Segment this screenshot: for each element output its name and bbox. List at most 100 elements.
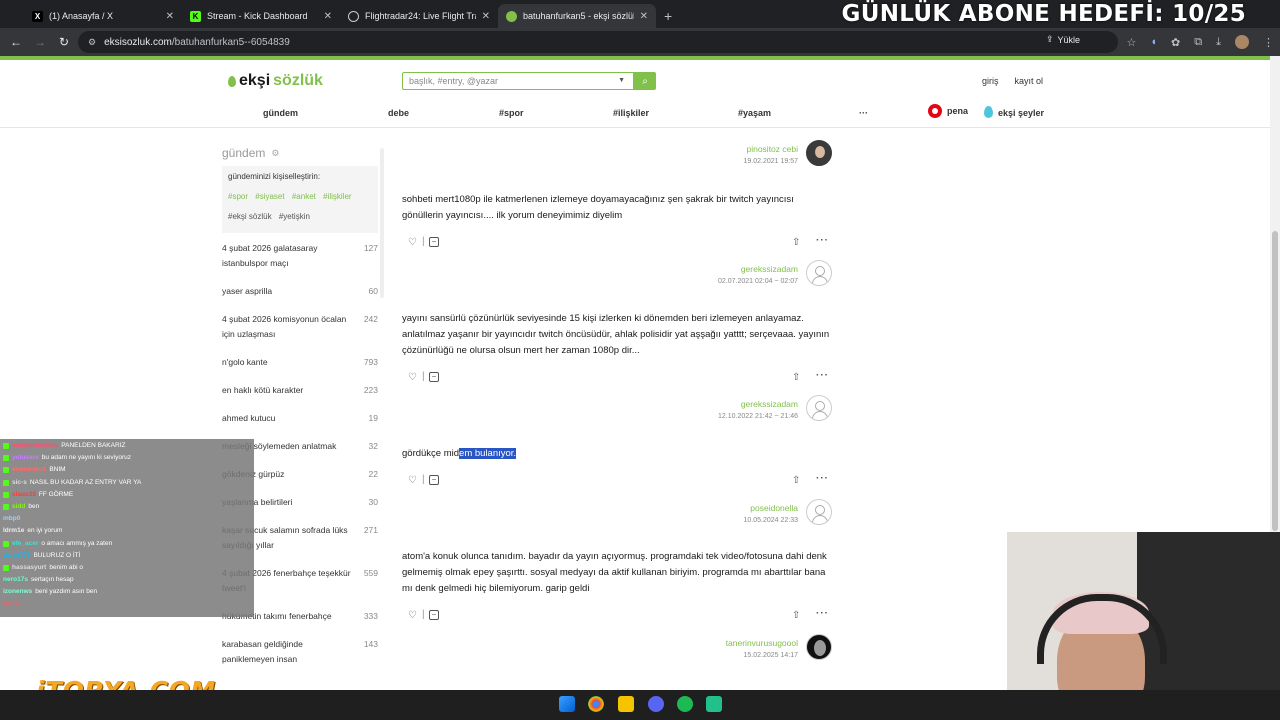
- tag-yetiskin[interactable]: #yetişkin: [279, 212, 310, 221]
- download-icon[interactable]: ⤓: [1216, 36, 1221, 49]
- avatar[interactable]: [806, 260, 832, 286]
- share-icon[interactable]: ⇧: [792, 610, 800, 621]
- downvote-icon[interactable]: −: [429, 475, 439, 485]
- share-icon[interactable]: ⇧: [792, 372, 800, 383]
- nav-spor[interactable]: #spor: [499, 108, 524, 118]
- topic-item[interactable]: n'golo kante 793: [222, 355, 378, 370]
- site-logo[interactable]: ekşi sözlük: [228, 72, 323, 90]
- close-tab-icon[interactable]: ✕: [166, 11, 174, 22]
- favorite-heart-icon[interactable]: ♡: [408, 237, 417, 248]
- author-link[interactable]: tanerinvurusugoool: [662, 638, 798, 648]
- more-options-icon[interactable]: ···: [816, 473, 829, 484]
- back-icon[interactable]: ←: [4, 35, 28, 49]
- entry-date[interactable]: 02.07.2021 02:04 ~ 02:07: [662, 278, 798, 285]
- topic-item[interactable]: 4 şubat 2026 komisyonun öcalan için uzla…: [222, 312, 378, 342]
- audio-icon[interactable]: ◖: [1150, 36, 1157, 48]
- author-link[interactable]: poseidonella: [662, 503, 798, 513]
- entry-date[interactable]: 15.02.2025 14:17: [662, 652, 799, 659]
- bookmark-star-icon[interactable]: ☆: [1127, 36, 1137, 49]
- topic-count: 60: [368, 286, 378, 296]
- nav-iliskiler[interactable]: #ilişkiler: [613, 108, 649, 118]
- app-icon[interactable]: [706, 696, 722, 712]
- subscriber-goal-overlay: GÜNLÜK ABONE HEDEFİ: 10/25: [841, 1, 1246, 27]
- upload-button[interactable]: ⇪ Yükle: [1046, 34, 1080, 45]
- tab-eksi[interactable]: batuhanfurkan5 - ekşi sözlük ✕: [498, 4, 656, 28]
- avatar[interactable]: [806, 499, 832, 525]
- logo-suffix: sözlük: [273, 72, 323, 89]
- tab-flightradar[interactable]: Flightradar24: Live Flight Tracke ✕: [340, 4, 498, 28]
- more-options-icon[interactable]: ···: [816, 608, 829, 619]
- topic-item[interactable]: 4 şubat 2026 galatasaray istanbulspor ma…: [222, 241, 378, 271]
- tag-iliskiler[interactable]: #ilişkiler: [323, 192, 351, 201]
- close-tab-icon[interactable]: ✕: [324, 11, 332, 22]
- tag-siyaset[interactable]: #siyaset: [255, 192, 284, 201]
- avatar[interactable]: [806, 140, 832, 166]
- topic-item[interactable]: ahmed kutucu 19: [222, 411, 378, 426]
- sidebar-title-text[interactable]: gündem: [222, 146, 265, 160]
- nav-debe[interactable]: debe: [388, 108, 409, 118]
- downvote-icon[interactable]: −: [429, 610, 439, 620]
- chrome-icon[interactable]: [588, 696, 604, 712]
- reload-icon[interactable]: ↻: [52, 35, 76, 49]
- close-tab-icon[interactable]: ✕: [482, 11, 490, 22]
- nav-eksi-seyler[interactable]: ekşi şeyler: [984, 106, 1044, 118]
- entry-date[interactable]: 12.10.2022 21:42 ~ 21:46: [662, 413, 798, 420]
- avatar[interactable]: [806, 634, 832, 660]
- scrollbar-thumb[interactable]: [1272, 231, 1278, 531]
- topic-item[interactable]: yaser asprilla 60: [222, 284, 378, 299]
- downvote-icon[interactable]: −: [429, 237, 439, 247]
- spotify-icon[interactable]: [677, 696, 693, 712]
- tag-spor[interactable]: #spor: [228, 192, 248, 201]
- author-link[interactable]: gerekssizadam: [662, 399, 798, 409]
- chat-message: bahet: [0, 598, 254, 610]
- tag-eksi-sozluk[interactable]: #ekşi sözlük: [228, 212, 272, 221]
- new-tab-icon[interactable]: +: [664, 8, 672, 24]
- downvote-icon[interactable]: −: [429, 372, 439, 382]
- forward-icon[interactable]: →: [28, 35, 52, 49]
- author-link[interactable]: gerekssizadam: [662, 264, 798, 274]
- search-input[interactable]: başlık, #entry, @yazar ▼: [402, 72, 634, 90]
- topic-item[interactable]: en haklı kötü karakter 223: [222, 383, 378, 398]
- chat-user: nero17s: [3, 576, 28, 584]
- entry-date[interactable]: 19.02.2021 19:57: [662, 158, 799, 165]
- gear-icon[interactable]: ⚙: [271, 148, 279, 159]
- author-link[interactable]: pinositoz cebi: [662, 144, 798, 154]
- share-icon[interactable]: ⇧: [792, 237, 800, 248]
- extension-icon[interactable]: ✿: [1171, 36, 1180, 49]
- chat-text: o amacı ammış ya zaten: [41, 539, 113, 547]
- address-bar[interactable]: ⚙ eksisozluk.com/batuhanfurkan5--6054839: [78, 31, 1118, 53]
- favorite-heart-icon[interactable]: ♡: [408, 372, 417, 383]
- register-link[interactable]: kayıt ol: [1015, 76, 1044, 86]
- site-info-icon[interactable]: ⚙: [88, 37, 96, 48]
- menu-dots-icon[interactable]: ⋮: [1263, 36, 1274, 49]
- nav-yasam[interactable]: #yaşam: [738, 108, 771, 118]
- share-icon[interactable]: ⇧: [792, 475, 800, 486]
- entry-item: gördükçe midem bulanıyor.: [402, 446, 832, 462]
- chat-badge-icon: [3, 455, 9, 462]
- favorite-heart-icon[interactable]: ♡: [408, 610, 417, 621]
- chat-user: yoluvare: [12, 454, 39, 462]
- more-options-icon[interactable]: ···: [816, 235, 829, 246]
- search-button[interactable]: ⌕: [634, 72, 656, 90]
- discord-icon[interactable]: [648, 696, 664, 712]
- tab-kick[interactable]: K Stream - Kick Dashboard ✕: [182, 4, 340, 28]
- favorite-heart-icon[interactable]: ♡: [408, 475, 417, 486]
- nav-more[interactable]: ···: [859, 108, 868, 118]
- chevron-down-icon[interactable]: ▼: [618, 73, 625, 89]
- avatar[interactable]: [806, 395, 832, 421]
- login-link[interactable]: giriş: [982, 76, 999, 86]
- nav-gundem[interactable]: gündem: [263, 108, 298, 118]
- file-explorer-icon[interactable]: [618, 696, 634, 712]
- topic-item[interactable]: karabasan geldiğinde paniklemeyen insan 1…: [222, 637, 378, 667]
- close-tab-icon[interactable]: ✕: [640, 11, 648, 22]
- tab-x[interactable]: X (1) Anasayfa / X ✕: [24, 4, 182, 28]
- profile-avatar[interactable]: [1235, 35, 1249, 49]
- tag-anket[interactable]: #anket: [292, 192, 316, 201]
- more-options-icon[interactable]: ···: [816, 370, 829, 381]
- extensions-puzzle-icon[interactable]: ⧉: [1194, 36, 1202, 49]
- entry-date[interactable]: 10.05.2024 22:33: [662, 517, 799, 524]
- start-menu-icon[interactable]: [559, 696, 575, 712]
- sidebar-scrollbar[interactable]: [380, 148, 384, 298]
- nav-pena[interactable]: pena: [928, 104, 968, 118]
- topic-count: 223: [363, 385, 378, 395]
